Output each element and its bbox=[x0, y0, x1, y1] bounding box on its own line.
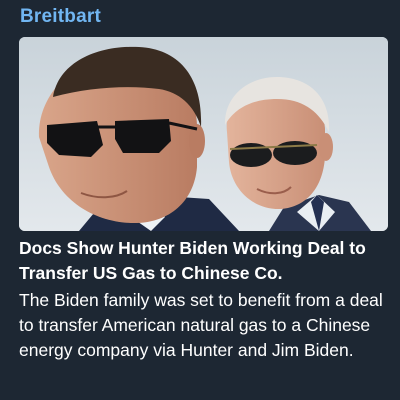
description: The Biden family was set to benefit from… bbox=[19, 290, 383, 360]
source-name[interactable]: Breitbart bbox=[20, 6, 101, 28]
preview-image[interactable] bbox=[19, 37, 388, 231]
link-preview-card[interactable]: Breitbart Docs Show Hunter Biden Working… bbox=[0, 0, 400, 400]
preview-photo bbox=[19, 37, 388, 231]
headline[interactable]: Docs Show Hunter Biden Working Deal to T… bbox=[19, 236, 394, 286]
